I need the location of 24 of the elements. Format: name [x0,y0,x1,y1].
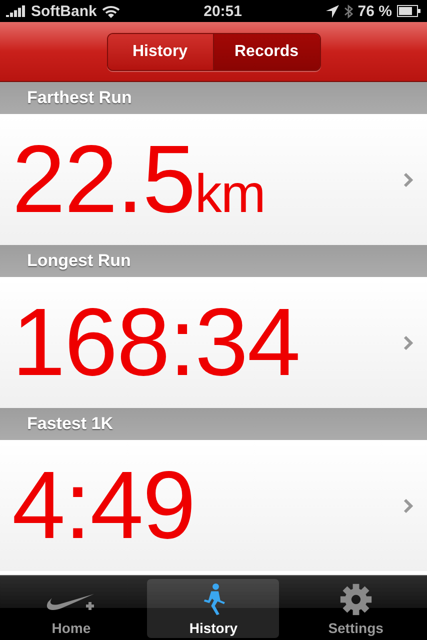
battery-icon [397,5,421,17]
tab-bar-item[interactable]: Settings [290,579,422,638]
section-header: Longest Run [0,245,427,277]
segment-tab[interactable]: Records [214,34,320,70]
record-value: 22.5 [12,132,195,228]
section-header: Farthest Run [0,82,427,114]
chevron-icon [403,172,413,188]
wifi-icon [102,4,120,18]
section-header: Fastest 1K [0,408,427,440]
unit-label: km [194,166,265,220]
clock-time: 20:51 [204,2,242,20]
record-value: 168:34 [12,294,300,390]
settings-icon [338,583,374,616]
carrier-name: SoftBank [31,2,97,20]
record-value: 4:49 [12,458,195,554]
signal-icon [6,5,26,17]
chevron-icon [403,498,413,514]
location-arrow-icon [326,4,339,18]
tab-bar-item[interactable]: History [147,579,280,638]
battery-percent: 76 % [358,2,392,20]
tab-bar-item[interactable]: Home [5,579,138,638]
segment-tab[interactable]: History [108,34,214,70]
bluetooth-icon [344,4,353,18]
chevron-icon [403,334,413,350]
